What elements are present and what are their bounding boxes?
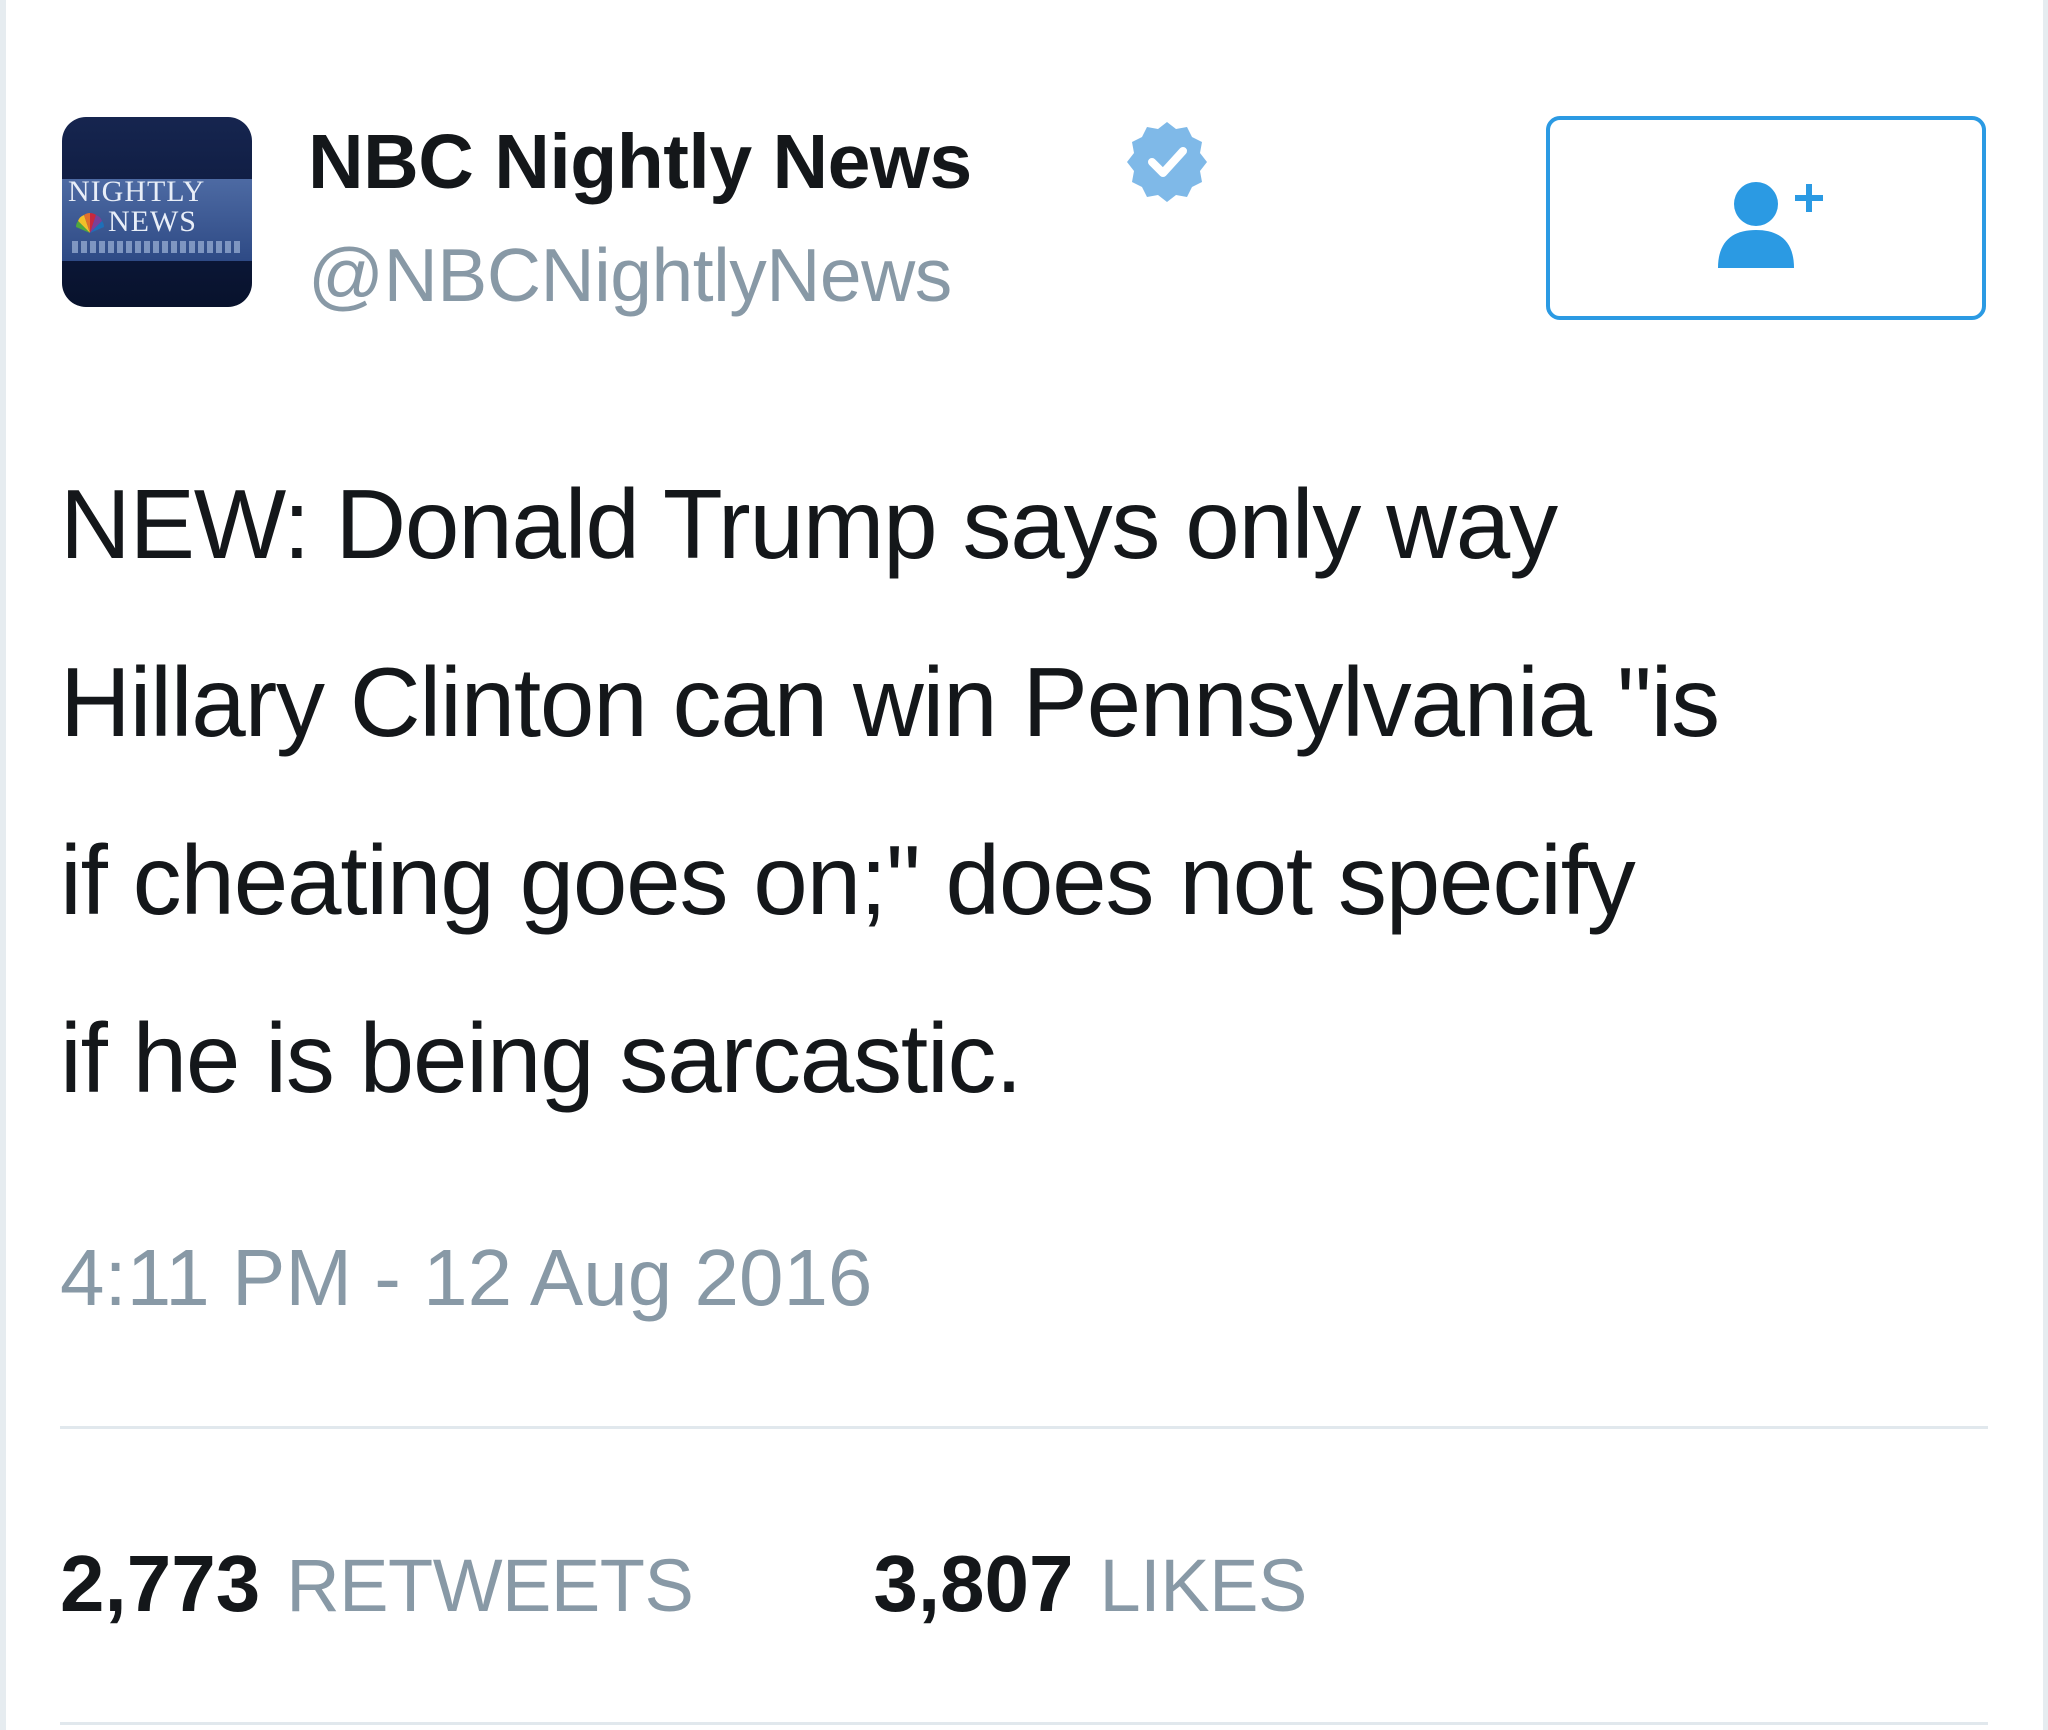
- author-handle[interactable]: @NBCNightlyNews: [308, 232, 952, 318]
- likes-count: 3,807: [873, 1539, 1074, 1628]
- likes-label: LIKES: [1099, 1544, 1308, 1627]
- follow-user-plus-icon: [1718, 182, 1823, 268]
- likes-stat[interactable]: 3,807 LIKES: [873, 1538, 1307, 1630]
- avatar-logo-line1: NIGHTLY: [68, 175, 206, 208]
- retweets-count: 2,773: [60, 1539, 261, 1628]
- tweet-timestamp[interactable]: 4:11 PM - 12 Aug 2016: [60, 1232, 872, 1324]
- retweets-label: RETWEETS: [286, 1544, 694, 1627]
- tweet-text-line: if he is being sarcastic.: [60, 1003, 1023, 1113]
- tweet-card: NIGHTLY NEWS NBC Nightly News @NBCNightl…: [0, 0, 2048, 1730]
- tweet-text-line: if cheating goes on;" does not specify: [60, 825, 1636, 935]
- avatar-logo-subline: [72, 241, 242, 253]
- tweet-stats: 2,773 RETWEETS 3,807 LIKES: [60, 1538, 1307, 1630]
- retweets-stat[interactable]: 2,773 RETWEETS: [60, 1538, 694, 1630]
- verified-badge-icon: [1127, 122, 1207, 202]
- avatar-logo-line2: NEWS: [108, 205, 197, 238]
- follow-button[interactable]: [1546, 116, 1986, 320]
- tweet-text-line: NEW: Donald Trump says only way: [60, 469, 1558, 579]
- stats-divider-bottom: [60, 1722, 1988, 1725]
- tweet-text: NEW: Donald Trump says only way Hillary …: [60, 435, 2010, 1147]
- author-display-name[interactable]: NBC Nightly News: [308, 118, 972, 207]
- stats-divider-top: [60, 1426, 1988, 1429]
- nbc-peacock-icon: [76, 213, 104, 233]
- tweet-text-line: Hillary Clinton can win Pennsylvania "is: [60, 647, 1720, 757]
- avatar[interactable]: NIGHTLY NEWS: [62, 117, 252, 307]
